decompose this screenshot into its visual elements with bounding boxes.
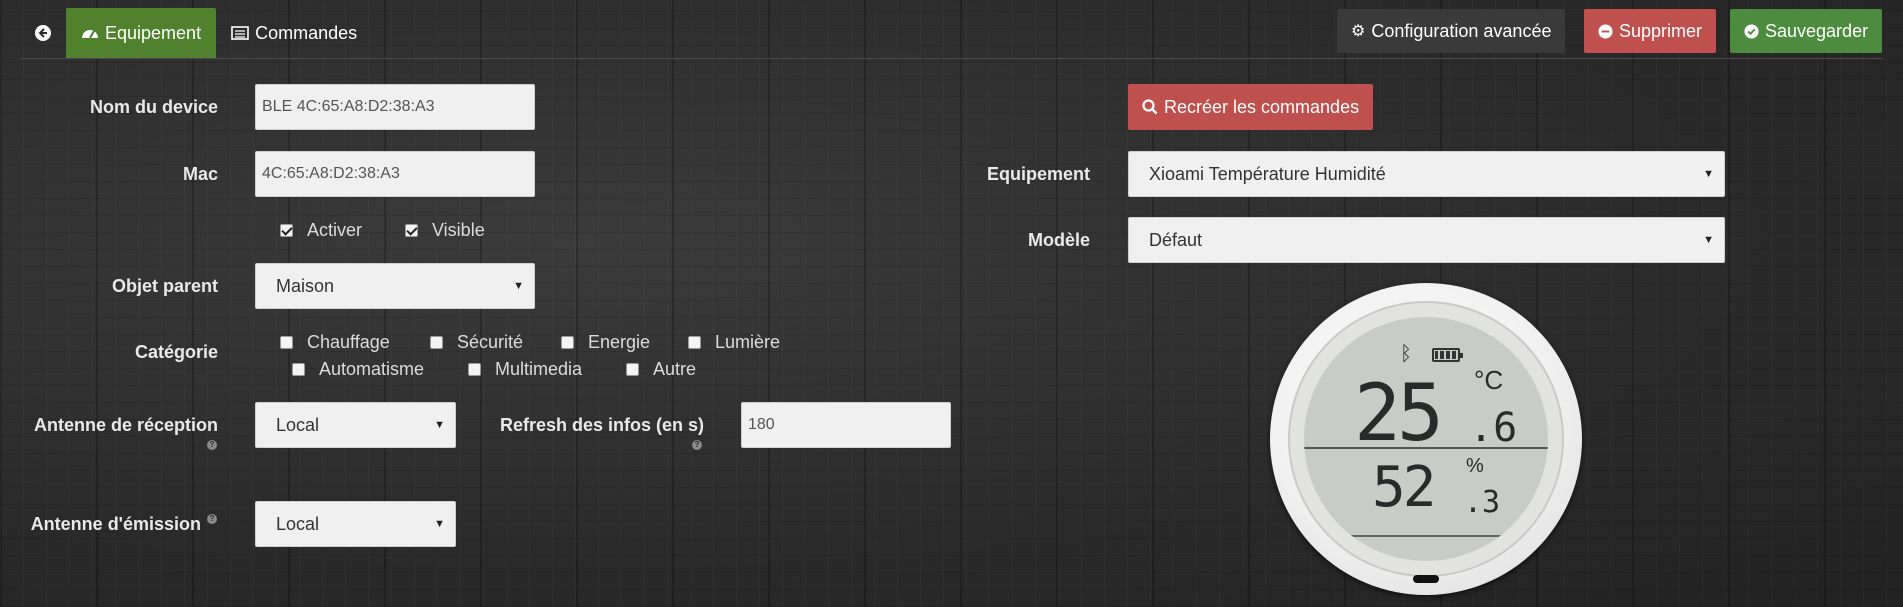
category-autre-label: Autre [653, 359, 697, 379]
arrow-circle-left-icon [35, 25, 51, 41]
category-lumiere-box[interactable] [688, 336, 701, 349]
category-securite-box[interactable] [430, 336, 443, 349]
category-lumiere-label: Lumière [715, 332, 781, 352]
category-chauffage[interactable]: Chauffage [280, 332, 390, 353]
activer-checkbox-box[interactable] [280, 224, 293, 237]
lcd-humidity: 52 [1372, 455, 1436, 520]
search-icon [1142, 99, 1158, 115]
advanced-config-label: Configuration avancée [1371, 20, 1552, 41]
bluetooth-icon: ᛒ [1400, 343, 1412, 365]
category-multimedia-label: Multimedia [495, 359, 583, 379]
back-button[interactable] [20, 8, 66, 58]
tx-antenna-select[interactable]: Local ▼ [255, 501, 456, 547]
activer-label: Activer [307, 220, 363, 240]
category-chauffage-box[interactable] [280, 336, 293, 349]
rx-antenna-label: Antenne de réception [33, 415, 218, 435]
visible-label: Visible [432, 220, 485, 240]
help-icon[interactable]: ? [207, 514, 217, 524]
lcd-temperature: 25 [1354, 369, 1444, 459]
category-automatisme-label: Automatisme [319, 359, 425, 379]
battery-icon [1432, 348, 1463, 362]
category-securite-label: Sécurité [457, 332, 524, 352]
category-chauffage-label: Chauffage [307, 332, 390, 352]
check-circle-icon [1744, 23, 1759, 39]
lcd-humidity-decimal: .3 [1464, 485, 1501, 520]
mac-input[interactable]: 4C:65:A8:D2:38:A3 [255, 151, 535, 197]
model-label: Modèle [1027, 230, 1090, 250]
chevron-down-icon: ▼ [1703, 234, 1714, 246]
rx-antenna-select[interactable]: Local ▼ [255, 402, 456, 448]
lcd-bottom-strip [1334, 535, 1518, 537]
device-name-label: Nom du device [89, 97, 218, 117]
tab-equipement[interactable]: Equipement [66, 8, 217, 58]
tx-antenna-value: Local [276, 513, 320, 534]
category-securite[interactable]: Sécurité [430, 332, 523, 353]
recreate-commands-label: Recréer les commandes [1164, 96, 1360, 117]
minus-circle-icon [1598, 23, 1613, 39]
help-icon[interactable]: ? [692, 440, 702, 450]
refresh-label: Refresh des infos (en s) [499, 415, 704, 435]
lcd-temperature-unit: °C [1474, 365, 1504, 395]
parent-object-label: Objet parent [111, 276, 218, 296]
category-energie[interactable]: Energie [561, 332, 650, 353]
category-autre[interactable]: Autre [626, 359, 696, 380]
category-energie-label: Energie [588, 332, 651, 352]
category-autre-box[interactable] [626, 363, 639, 376]
save-button[interactable]: Sauvegarder [1730, 9, 1883, 53]
category-multimedia-box[interactable] [468, 363, 481, 376]
lcd-temperature-decimal: .6 [1469, 405, 1518, 451]
visible-checkbox-box[interactable] [405, 224, 418, 237]
model-select[interactable]: Défaut ▼ [1128, 217, 1725, 263]
chevron-down-icon: ▼ [434, 518, 445, 530]
tab-bar: Equipement Commandes [20, 8, 372, 58]
model-value: Défaut [1149, 229, 1203, 250]
rx-antenna-value: Local [276, 414, 320, 435]
category-lumiere[interactable]: Lumière [688, 332, 780, 353]
recreate-commands-button[interactable]: Recréer les commandes [1128, 84, 1374, 130]
equipement-value: Xioami Température Humidité [1149, 163, 1386, 184]
visible-checkbox[interactable]: Visible [405, 220, 485, 241]
device-lcd: ᛒ 25 °C .6 52 % .3 [1304, 317, 1548, 561]
category-automatisme[interactable]: Automatisme [292, 359, 424, 380]
delete-label: Supprimer [1619, 20, 1703, 41]
category-label: Catégorie [134, 342, 218, 362]
equipment-config-page: Equipement Commandes ⚙ Configuration ava… [0, 0, 1903, 607]
mac-label: Mac [182, 164, 218, 184]
activer-checkbox[interactable]: Activer [280, 220, 362, 241]
help-icon[interactable]: ? [207, 440, 217, 450]
category-multimedia[interactable]: Multimedia [468, 359, 582, 380]
device-led [1413, 575, 1439, 583]
chevron-down-icon: ▼ [1703, 168, 1714, 180]
device-name-input[interactable]: BLE 4C:65:A8:D2:38:A3 [255, 84, 535, 130]
parent-object-select[interactable]: Maison ▼ [255, 263, 535, 309]
device-image: ᛒ 25 °C .6 52 % .3 [1270, 283, 1582, 595]
save-label: Sauvegarder [1765, 20, 1869, 41]
delete-button[interactable]: Supprimer [1584, 9, 1717, 53]
lcd-humidity-unit: % [1466, 455, 1484, 477]
lcd-divider [1304, 447, 1548, 449]
tab-divider [20, 58, 1883, 59]
parent-object-value: Maison [276, 275, 335, 296]
category-energie-box[interactable] [561, 336, 574, 349]
equipement-select[interactable]: Xioami Température Humidité ▼ [1128, 151, 1725, 197]
refresh-input[interactable]: 180 [741, 402, 951, 448]
cogs-icon: ⚙ [1351, 23, 1366, 40]
tab-commandes[interactable]: Commandes [216, 8, 372, 58]
tab-commandes-label: Commandes [255, 22, 358, 43]
chevron-down-icon: ▼ [513, 280, 524, 292]
tab-equipement-label: Equipement [105, 22, 202, 43]
list-alt-icon [231, 26, 249, 40]
tx-antenna-label: Antenne d'émission [30, 514, 201, 534]
chevron-down-icon: ▼ [434, 419, 445, 431]
advanced-config-button[interactable]: ⚙ Configuration avancée [1337, 9, 1566, 53]
category-automatisme-box[interactable] [292, 363, 305, 376]
equipement-label: Equipement [986, 164, 1090, 184]
dashboard-icon [82, 30, 98, 39]
